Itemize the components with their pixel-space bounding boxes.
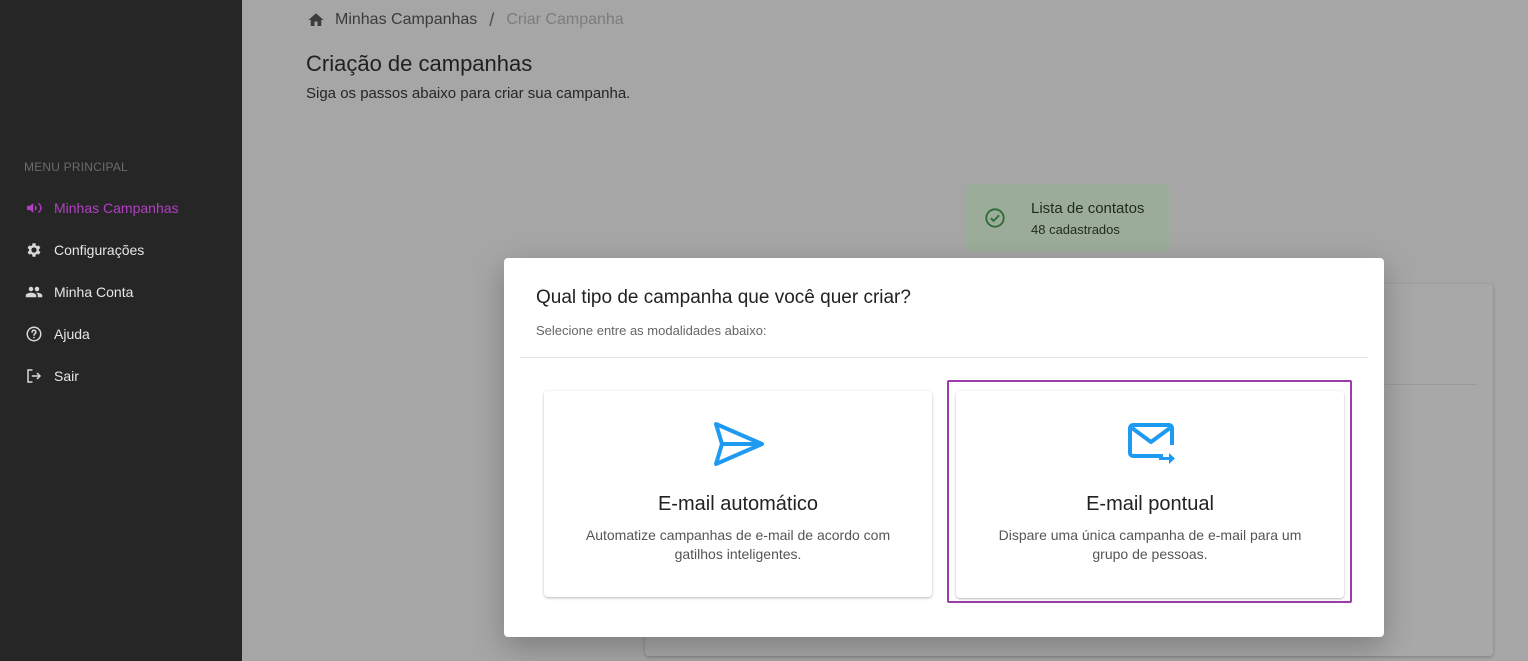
sidebar-item-help[interactable]: Ajuda [24, 322, 90, 346]
sidebar-item-settings[interactable]: Configurações [24, 238, 144, 262]
sidebar: MENU PRINCIPAL Minhas Campanhas Configur… [0, 0, 242, 661]
option-title: E-mail pontual [1086, 493, 1214, 515]
campaign-type-dialog: Qual tipo de campanha que você quer cria… [504, 258, 1384, 637]
option-description: Automatize campanhas de e-mail de acordo… [585, 527, 891, 562]
option-automatic-email[interactable]: E-mail automático Automatize campanhas d… [544, 391, 932, 597]
help-circle-icon [24, 325, 43, 344]
sidebar-item-campaigns[interactable]: Minhas Campanhas [24, 196, 179, 220]
check-circle-icon [984, 207, 1006, 229]
page-title: Criação de campanhas [306, 51, 533, 76]
sidebar-item-account[interactable]: Minha Conta [24, 280, 133, 304]
send-icon [713, 419, 765, 469]
megaphone-icon [24, 199, 43, 218]
sidebar-item-label: Minha Conta [54, 284, 134, 300]
breadcrumb: Minhas Campanhas / Criar Campanha [307, 9, 624, 31]
sidebar-item-label: Sair [54, 368, 79, 384]
dialog-title: Qual tipo de campanha que você quer cria… [536, 287, 911, 308]
breadcrumb-separator: / [489, 9, 495, 30]
logout-icon [24, 367, 43, 386]
breadcrumb-item-create: Criar Campanha [506, 11, 624, 28]
menu-heading: MENU PRINCIPAL [24, 160, 128, 174]
sidebar-item-label: Ajuda [54, 326, 90, 342]
gear-icon [24, 241, 43, 260]
option-title: E-mail automático [657, 493, 819, 515]
contacts-count: 48 cadastrados [1031, 222, 1120, 237]
contacts-title: Lista de contatos [1031, 200, 1145, 217]
option-one-time-email[interactable]: E-mail pontual Dispare uma única campanh… [956, 391, 1344, 598]
mail-forward-icon [1125, 419, 1177, 469]
contacts-step-card[interactable]: Lista de contatos 48 cadastrados [966, 184, 1169, 252]
sidebar-item-logout[interactable]: Sair [24, 364, 79, 388]
home-icon[interactable] [307, 11, 325, 29]
option-description: Dispare uma única campanha de e-mail par… [998, 527, 1302, 562]
sidebar-item-label: Configurações [54, 242, 145, 258]
divider [1385, 384, 1477, 385]
people-icon [24, 283, 43, 302]
dialog-subtitle: Selecione entre as modalidades abaixo: [536, 323, 767, 338]
page-subtitle: Siga os passos abaixo para criar sua cam… [306, 85, 631, 102]
divider [520, 357, 1368, 358]
breadcrumb-item-campaigns[interactable]: Minhas Campanhas [335, 11, 477, 29]
sidebar-item-label: Minhas Campanhas [54, 200, 179, 216]
